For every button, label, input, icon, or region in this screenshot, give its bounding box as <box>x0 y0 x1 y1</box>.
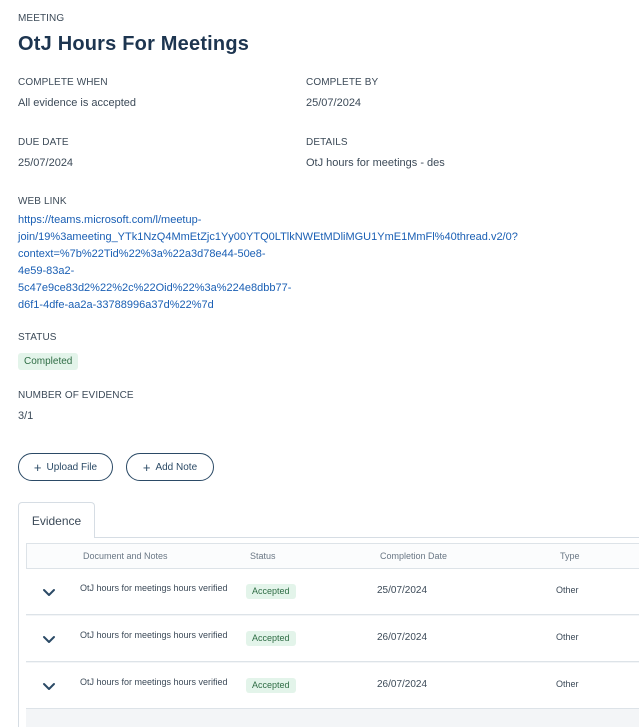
complete-when-label: COMPLETE WHEN <box>18 77 108 88</box>
complete-by-value: 25/07/2024 <box>306 97 362 109</box>
page-eyebrow: MEETING <box>18 13 65 24</box>
row-type: Other <box>556 632 579 642</box>
table-row[interactable]: OtJ hours for meetings hours verified Ac… <box>26 616 639 662</box>
evidence-count-label: NUMBER OF EVIDENCE <box>18 390 134 401</box>
web-link-label: WEB LINK <box>18 196 67 207</box>
column-header-type[interactable]: Type <box>560 551 580 561</box>
status-label: STATUS <box>18 332 57 343</box>
row-status-badge: Accepted <box>246 678 296 693</box>
meeting-detail-page: MEETING OtJ Hours For Meetings COMPLETE … <box>0 0 639 727</box>
due-date-value: 25/07/2024 <box>18 157 74 169</box>
row-type: Other <box>556 679 579 689</box>
add-note-button[interactable]: + Add Note <box>126 453 214 481</box>
column-header-status[interactable]: Status <box>250 551 276 561</box>
row-document: OtJ hours for meetings hours verified <box>80 630 228 640</box>
column-header-completion-date[interactable]: Completion Date <box>380 551 447 561</box>
web-link[interactable]: https://teams.microsoft.com/l/meetup- jo… <box>18 212 538 314</box>
table-row[interactable]: OtJ hours for meetings hours verified Ac… <box>26 663 639 709</box>
row-document: OtJ hours for meetings hours verified <box>80 677 228 687</box>
table-header: Document and Notes Status Completion Dat… <box>26 543 639 569</box>
row-document: OtJ hours for meetings hours verified <box>80 583 228 593</box>
plus-icon: + <box>142 459 151 475</box>
details-label: DETAILS <box>306 137 348 148</box>
chevron-down-icon[interactable] <box>42 632 56 646</box>
row-type: Other <box>556 585 579 595</box>
evidence-table: Document and Notes Status Completion Dat… <box>26 543 639 727</box>
complete-by-label: COMPLETE BY <box>306 77 379 88</box>
row-status-badge: Accepted <box>246 584 296 599</box>
add-note-label: Add Note <box>155 461 198 473</box>
row-completion-date: 25/07/2024 <box>377 585 428 596</box>
complete-when-value: All evidence is accepted <box>18 97 137 109</box>
tab-evidence[interactable]: Evidence <box>18 502 95 538</box>
chevron-down-icon[interactable] <box>42 679 56 693</box>
plus-icon: + <box>33 459 42 475</box>
row-completion-date: 26/07/2024 <box>377 632 428 643</box>
details-value: OtJ hours for meetings - des <box>306 157 445 169</box>
evidence-count-value: 3/1 <box>18 410 34 422</box>
web-link-line: https://teams.microsoft.com/l/meetup- <box>18 214 202 226</box>
upload-file-label: Upload File <box>46 461 98 473</box>
web-link-line: join/19%3ameeting_YTk1NzQ4MmEtZjc1Yy00YT… <box>18 231 518 243</box>
chevron-down-icon[interactable] <box>42 585 56 599</box>
web-link-line: 5c47e9ce83d2%22%2c%22Oid%22%3a%224e8dbb7… <box>18 282 292 294</box>
due-date-label: DUE DATE <box>18 137 69 148</box>
upload-file-button[interactable]: + Upload File <box>18 453 113 481</box>
row-status-badge: Accepted <box>246 631 296 646</box>
status-badge: Completed <box>18 353 79 370</box>
web-link-line: 4e59-83a2- <box>18 265 75 277</box>
web-link-line: context=%7b%22Tid%22%3a%22a3d78e44-50e8- <box>18 248 266 260</box>
web-link-line: d6f1-4dfe-aa2a-33788996a37d%22%7d <box>18 299 214 311</box>
table-row[interactable]: OtJ hours for meetings hours verified Ac… <box>26 569 639 615</box>
page-title: OtJ Hours For Meetings <box>18 33 250 55</box>
column-header-document[interactable]: Document and Notes <box>83 551 168 561</box>
row-completion-date: 26/07/2024 <box>377 679 428 690</box>
